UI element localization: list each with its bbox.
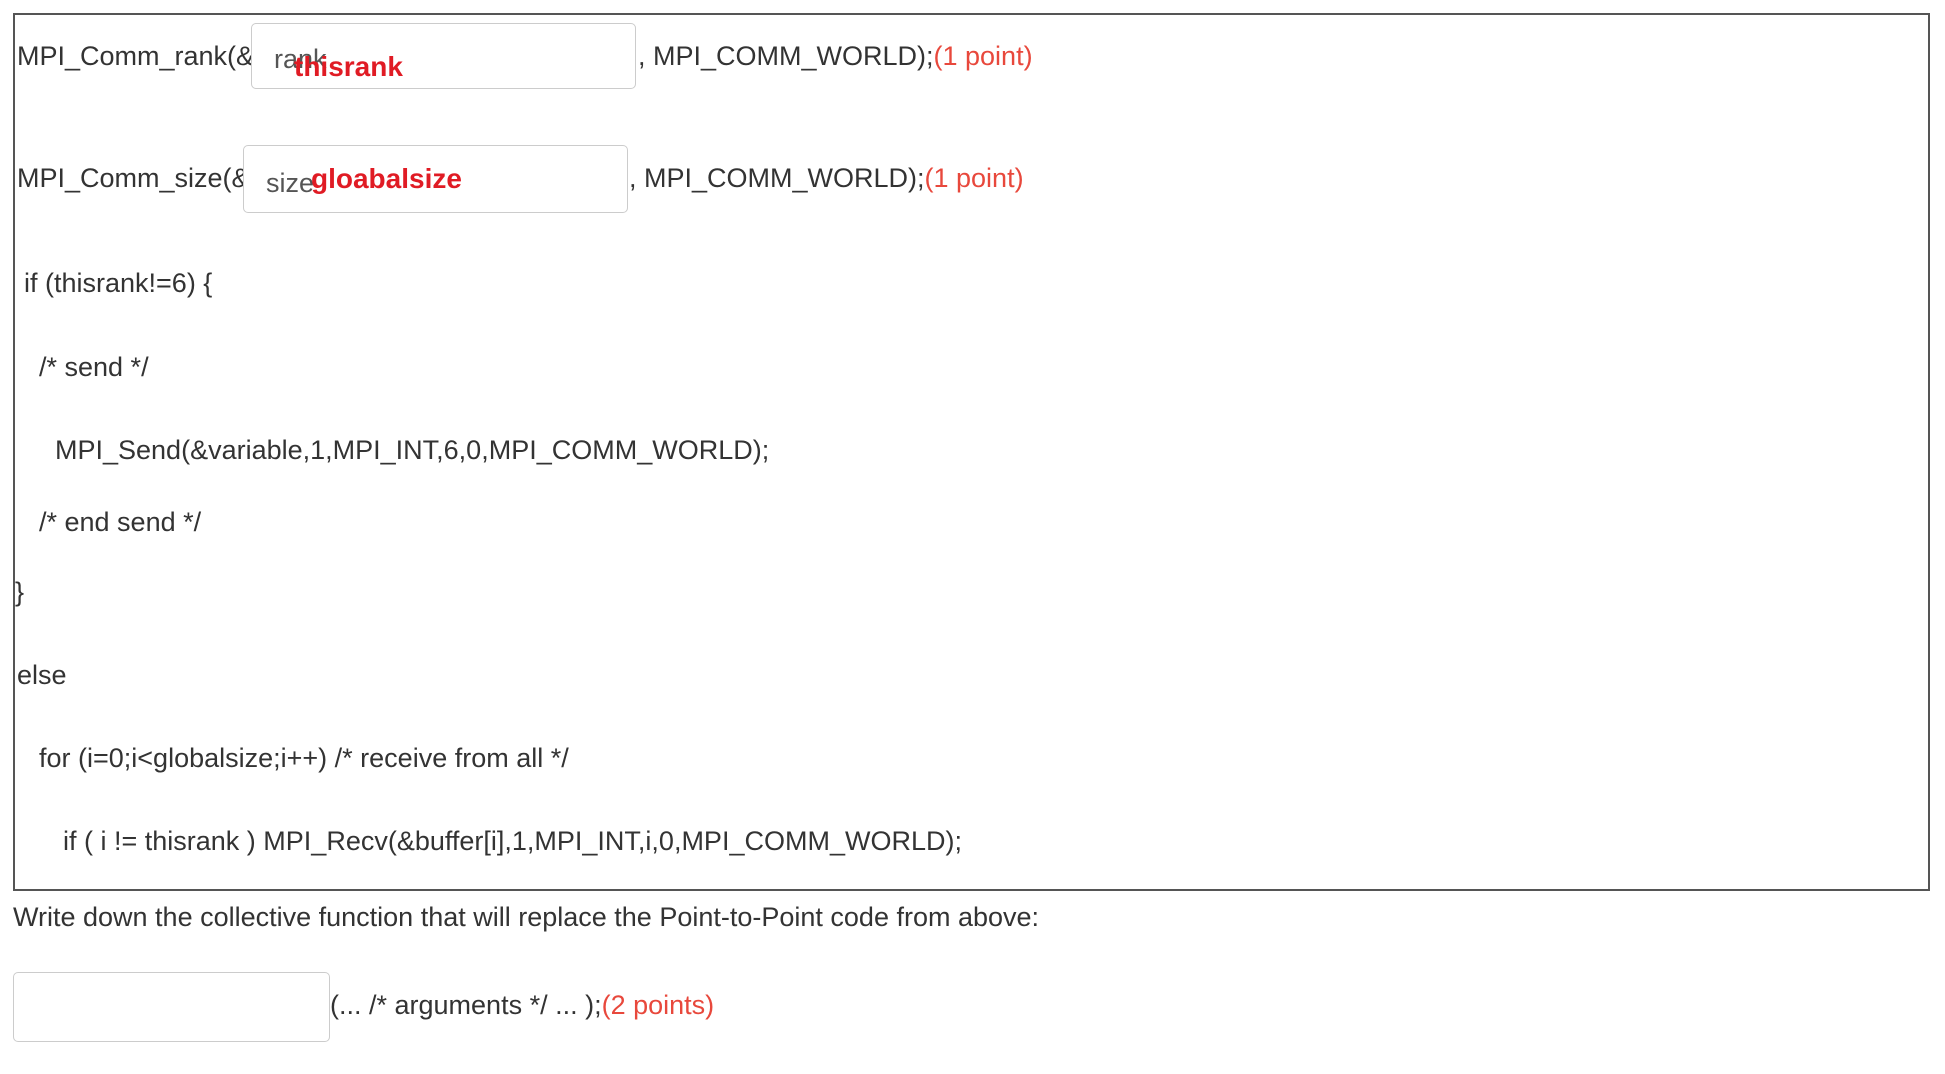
rank-line-prefix: MPI_Comm_rank(& xyxy=(17,41,255,71)
collective-line-suffix: (... /* arguments */ ... );(2 points) xyxy=(330,988,714,1022)
rank-line-suffix: , MPI_COMM_WORLD);(1 point) xyxy=(638,39,1033,73)
code-line: MPI_Send(&variable,1,MPI_INT,6,0,MPI_COM… xyxy=(55,435,770,465)
size-line-prefix: MPI_Comm_size(& xyxy=(17,163,250,193)
rank-points-label: (1 point) xyxy=(933,41,1033,71)
size-points-label: (1 point) xyxy=(924,163,1024,193)
collective-function-input[interactable] xyxy=(13,972,330,1042)
code-line: if ( i != thisrank ) MPI_Recv(&buffer[i]… xyxy=(63,826,962,856)
collective-points-label: (2 points) xyxy=(601,990,715,1020)
rank-handwritten-answer: thisrank xyxy=(294,51,403,82)
rank-line-call-end: , MPI_COMM_WORLD); xyxy=(638,41,934,71)
code-line: if (thisrank!=6) { xyxy=(24,268,213,298)
size-line-suffix: , MPI_COMM_WORLD);(1 point) xyxy=(629,161,1024,195)
size-handwritten-answer: gloabalsize xyxy=(311,163,462,194)
size-line-call-end: , MPI_COMM_WORLD); xyxy=(629,163,925,193)
code-line: /* end send */ xyxy=(39,507,202,537)
rank-input[interactable]: rank thisrank xyxy=(251,23,636,89)
code-line: } xyxy=(15,577,25,607)
code-line: else xyxy=(17,660,67,690)
question-prompt: Write down the collective function that … xyxy=(13,902,1040,932)
code-line: /* send */ xyxy=(39,352,149,382)
size-input-placeholder: size xyxy=(266,168,315,198)
size-input[interactable]: size gloabalsize xyxy=(243,145,628,213)
collective-arguments-text: (... /* arguments */ ... ); xyxy=(330,990,602,1020)
code-line: for (i=0;i<globalsize;i++) /* receive fr… xyxy=(39,743,569,773)
